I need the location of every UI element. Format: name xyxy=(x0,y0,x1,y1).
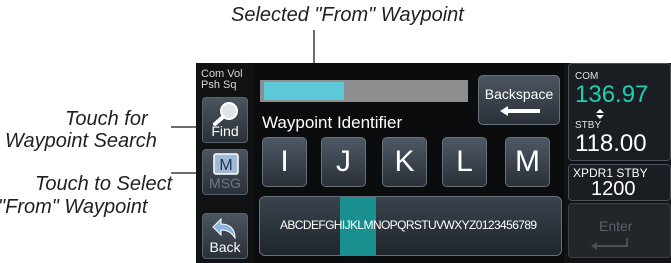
callout-touch-waypoint-search-line1: Touch for xyxy=(65,108,148,130)
key-m[interactable]: M xyxy=(505,137,550,187)
callout-selected-from-waypoint: Selected "From" Waypoint xyxy=(231,4,464,26)
backspace-button[interactable]: Backspace xyxy=(478,75,560,125)
com-standby-frequency: 118.00 xyxy=(575,130,647,157)
callout-touch-waypoint-search-line2: Waypoint Search xyxy=(5,130,157,152)
back-button[interactable]: Back xyxy=(202,213,248,259)
waypoint-identifier-label: Waypoint Identifier xyxy=(262,113,403,132)
msg-button[interactable]: M MSG xyxy=(202,149,248,195)
key-j[interactable]: J xyxy=(321,137,366,187)
waypoint-identifier-field[interactable] xyxy=(260,80,468,102)
key-l[interactable]: L xyxy=(442,137,487,187)
callout-leader-line xyxy=(171,126,199,128)
key-i[interactable]: I xyxy=(262,137,307,187)
enter-button[interactable]: Enter xyxy=(568,203,671,258)
callout-touch-select-from-line1: Touch to Select xyxy=(35,173,173,195)
radio-column: COM 136.97 STBY 118.00 XPDR1 STBY 1200 E… xyxy=(568,63,671,263)
find-button[interactable]: Find xyxy=(202,97,248,143)
squawk-code: 1200 xyxy=(591,178,636,200)
com-volume-label[interactable]: Com Vol Psh Sq xyxy=(201,69,249,91)
backspace-arrow-icon xyxy=(500,106,540,116)
selected-from-waypoint-highlight xyxy=(264,82,344,100)
svg-text:M: M xyxy=(219,157,232,174)
comvol-line2: Psh Sq xyxy=(201,79,237,91)
msg-label: MSG xyxy=(209,175,241,191)
com-active-frequency: 136.97 xyxy=(575,81,649,108)
left-button-column: Com Vol Psh Sq Find M MSG Back xyxy=(198,63,250,263)
key-k[interactable]: K xyxy=(382,137,427,187)
backspace-label: Backspace xyxy=(484,86,554,102)
back-label: Back xyxy=(209,239,241,255)
callout-touch-select-from-line2: "From" Waypoint xyxy=(0,196,148,218)
transponder-box[interactable]: XPDR1 STBY 1200 xyxy=(568,164,671,201)
swap-arrow-icon xyxy=(596,109,604,119)
waypoint-entry-panel: Waypoint Identifier Backspace I J K L M … xyxy=(254,63,564,263)
com-frequency-box[interactable]: COM 136.97 STBY 118.00 xyxy=(568,63,671,161)
device-screen: Com Vol Psh Sq Find M MSG Back Waypoint … xyxy=(196,63,671,263)
enter-return-icon xyxy=(591,238,628,250)
enter-label: Enter xyxy=(599,218,633,234)
find-label: Find xyxy=(211,123,239,139)
alphabet-scroll-strip[interactable]: ABCDEFGHIJKLMNOPQRSTUVWXYZ0123456789 xyxy=(259,196,562,256)
alphabet-strip-text: ABCDEFGHIJKLMNOPQRSTUVWXYZ0123456789 xyxy=(280,218,537,232)
